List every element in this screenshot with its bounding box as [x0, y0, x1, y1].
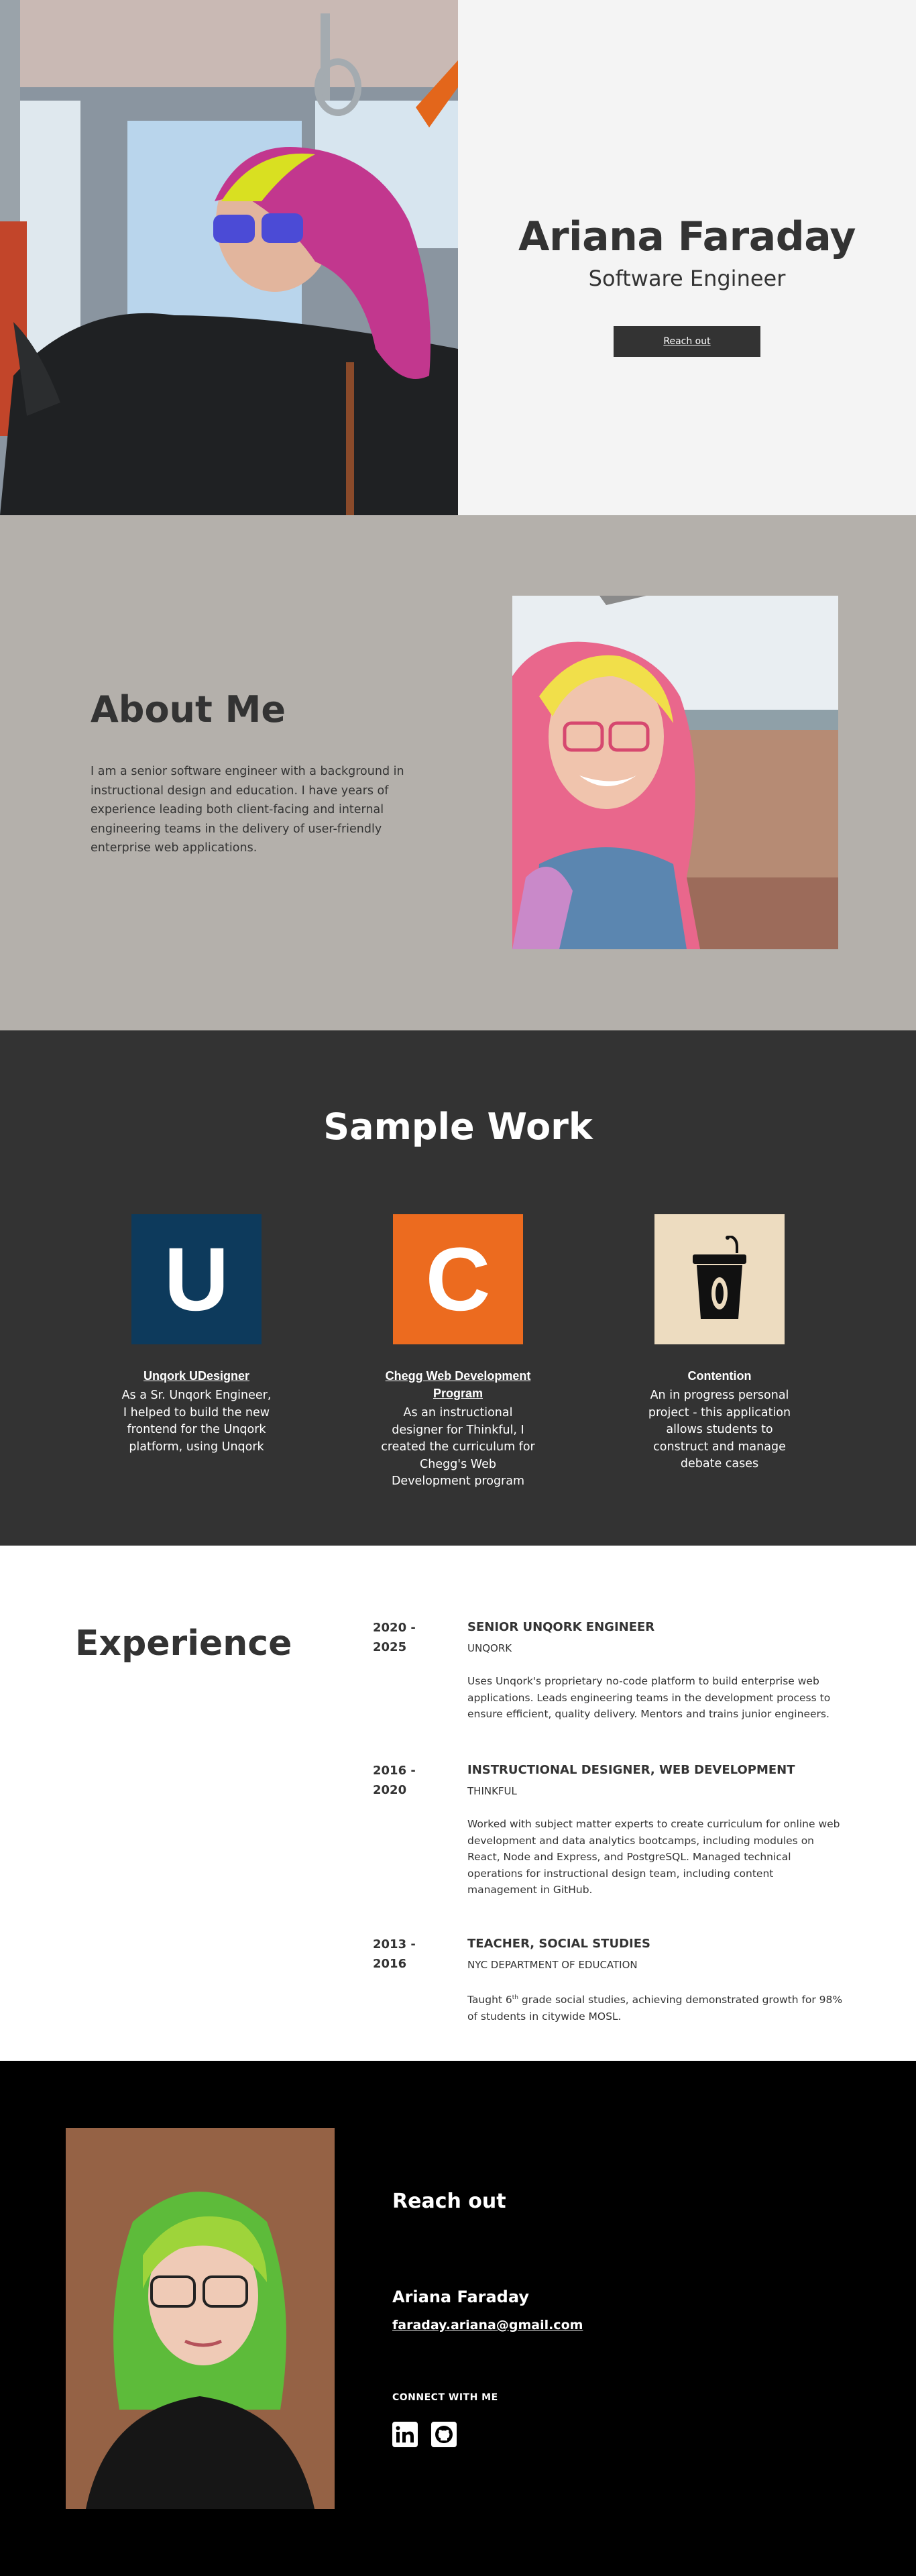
work-title-contention: Contention [687, 1369, 752, 1383]
linkedin-icon[interactable] [392, 2422, 418, 2447]
experience-dates: 2013 - 2016 [373, 1937, 416, 1971]
hero-section: Ariana Faraday Software Engineer Reach o… [0, 0, 916, 515]
sample-work-section: Sample Work U Unqork UDesigner As a Sr. … [0, 1030, 916, 1546]
hero-role: Software Engineer [588, 266, 786, 291]
experience-dates: 2020 - 2025 [373, 1621, 416, 1654]
contact-photo [66, 2128, 335, 2509]
contention-logo [654, 1214, 785, 1344]
experience-company: THINKFUL [467, 1785, 517, 1797]
work-card-chegg: C Chegg Web Development Program As an in… [371, 1214, 545, 1491]
chegg-logo: C [393, 1214, 523, 1344]
experience-job-title: SENIOR UNQORK ENGINEER [467, 1620, 655, 1634]
github-icon[interactable] [431, 2422, 457, 2447]
work-link-chegg[interactable]: Chegg Web Development Program [371, 1367, 545, 1402]
unqork-logo: U [131, 1214, 262, 1344]
experience-description-text: Taught 6 [467, 1994, 512, 2006]
work-desc-unqork: As a Sr. Unqork Engineer, I helped to bu… [121, 1389, 272, 1454]
unqork-logo-letter: U [164, 1229, 229, 1330]
experience-description: Uses Unqork's proprietary no-code platfo… [467, 1675, 831, 1720]
experience-company: UNQORK [467, 1642, 512, 1654]
hero-photo [0, 0, 458, 515]
experience-dates: 2016 - 2020 [373, 1764, 416, 1797]
work-desc-chegg: As an instructional designer for Thinkfu… [381, 1406, 535, 1488]
experience-description: Taught 6th grade social studies, achievi… [467, 1990, 843, 2025]
contact-section: Reach out Ariana Faraday faraday.ariana@… [0, 2061, 916, 2576]
about-photo [512, 596, 838, 949]
experience-description-text: grade social studies, achieving demonstr… [467, 1994, 843, 2023]
experience-company: NYC DEPARTMENT OF EDUCATION [467, 1959, 638, 1971]
ordinal-suffix: th [512, 1994, 518, 2001]
chegg-logo-letter: C [425, 1229, 491, 1330]
hero-text: Ariana Faraday Software Engineer Reach o… [458, 0, 916, 515]
experience-job-title: INSTRUCTIONAL DESIGNER, WEB DEVELOPMENT [467, 1763, 795, 1777]
contact-email-link[interactable]: faraday.ariana@gmail.com [392, 2318, 583, 2332]
work-link-unqork[interactable]: Unqork UDesigner [109, 1367, 284, 1385]
experience-title: Experience [75, 1623, 292, 1664]
experience-section: Experience 2020 - 2025 SENIOR UNQORK ENG… [0, 1546, 916, 2061]
experience-job-title: TEACHER, SOCIAL STUDIES [467, 1937, 650, 1951]
connect-label: CONNECT WITH ME [392, 2392, 498, 2403]
work-desc-contention: An in progress personal project - this a… [648, 1389, 791, 1470]
about-body: I am a senior software engineer with a b… [91, 765, 404, 855]
contact-name: Ariana Faraday [392, 2288, 529, 2306]
sample-work-title: Sample Work [323, 1106, 593, 1148]
contact-title: Reach out [392, 2190, 506, 2213]
experience-description: Worked with subject matter experts to cr… [467, 1818, 840, 1896]
work-card-contention: Contention An in progress personal proje… [632, 1214, 807, 1473]
about-section: About Me I am a senior software engineer… [0, 515, 916, 1030]
podium-icon [693, 1236, 746, 1319]
work-card-unqork: U Unqork UDesigner As a Sr. Unqork Engin… [109, 1214, 284, 1456]
hero-name: Ariana Faraday [518, 213, 856, 260]
about-title: About Me [91, 688, 286, 731]
reach-out-button[interactable]: Reach out [614, 326, 760, 357]
